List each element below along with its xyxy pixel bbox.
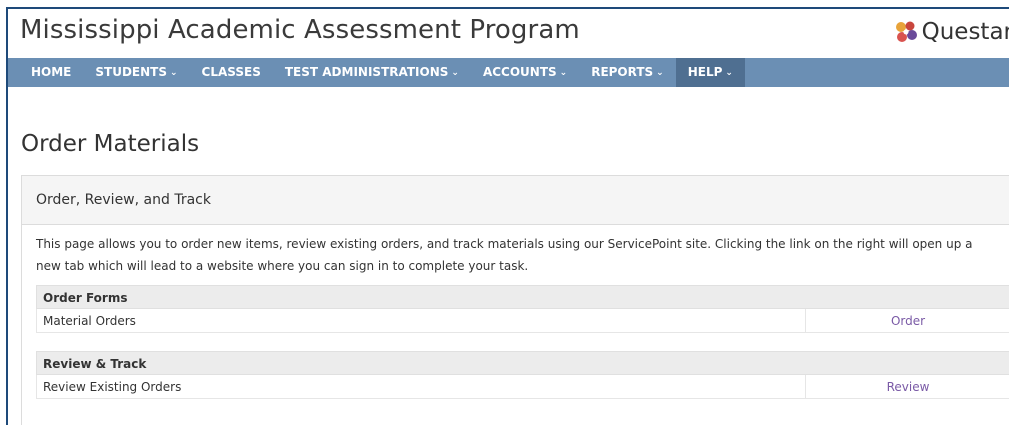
review-link[interactable]: Review (806, 375, 1009, 398)
nav-reports[interactable]: REPORTS ⌄ (579, 58, 676, 87)
nav-label: TEST ADMINISTRATIONS (284, 65, 449, 79)
main-nav: HOME STUDENTS ⌄ CLASSES TEST ADMINISTRATI… (8, 58, 1009, 87)
logo-text: Questar (921, 19, 1009, 45)
row-label: Review Existing Orders (37, 375, 806, 398)
table-row: Material Orders Order (36, 309, 1009, 333)
nav-label: HELP (687, 65, 723, 79)
order-panel: Order, Review, and Track This page allow… (21, 175, 1009, 425)
nav-label: ACCOUNTS (482, 65, 557, 79)
chevron-down-icon: ⌄ (170, 68, 178, 78)
app-title: Mississippi Academic Assessment Program (20, 15, 580, 45)
nav-label: HOME (31, 65, 72, 79)
nav-label: STUDENTS (95, 65, 167, 79)
nav-label: REPORTS (591, 65, 654, 79)
chevron-down-icon: ⌄ (725, 68, 733, 78)
section-header: Order Forms (36, 285, 1009, 309)
intro-text: This page allows you to order new items,… (36, 237, 973, 273)
nav-test-administrations[interactable]: TEST ADMINISTRATIONS ⌄ (273, 58, 471, 87)
table-row: Review Existing Orders Review (36, 375, 1009, 399)
nav-students[interactable]: STUDENTS ⌄ (83, 58, 189, 87)
app-header: Mississippi Academic Assessment Program … (8, 9, 1009, 58)
row-label: Material Orders (37, 309, 806, 332)
questar-logo[interactable]: Questar (893, 19, 1009, 45)
section-header: Review & Track (36, 351, 1009, 375)
nav-classes[interactable]: CLASSES (190, 58, 273, 87)
order-forms-section: Order Forms Material Orders Order (36, 285, 1009, 333)
nav-home[interactable]: HOME (19, 58, 83, 87)
nav-help[interactable]: HELP ⌄ (675, 58, 745, 87)
chevron-down-icon: ⌄ (559, 68, 568, 78)
chevron-down-icon: ⌄ (656, 68, 664, 78)
nav-label: CLASSES (201, 65, 261, 79)
questar-pinwheel-icon (895, 21, 917, 42)
review-track-section: Review & Track Review Existing Orders Re… (36, 351, 1009, 399)
page-title: Order Materials (21, 131, 200, 157)
nav-accounts[interactable]: ACCOUNTS ⌄ (471, 58, 579, 87)
app-window: Mississippi Academic Assessment Program … (6, 7, 1009, 425)
chevron-down-icon: ⌄ (451, 68, 459, 78)
panel-heading: Order, Review, and Track (22, 176, 1009, 225)
order-link[interactable]: Order (806, 309, 1009, 332)
